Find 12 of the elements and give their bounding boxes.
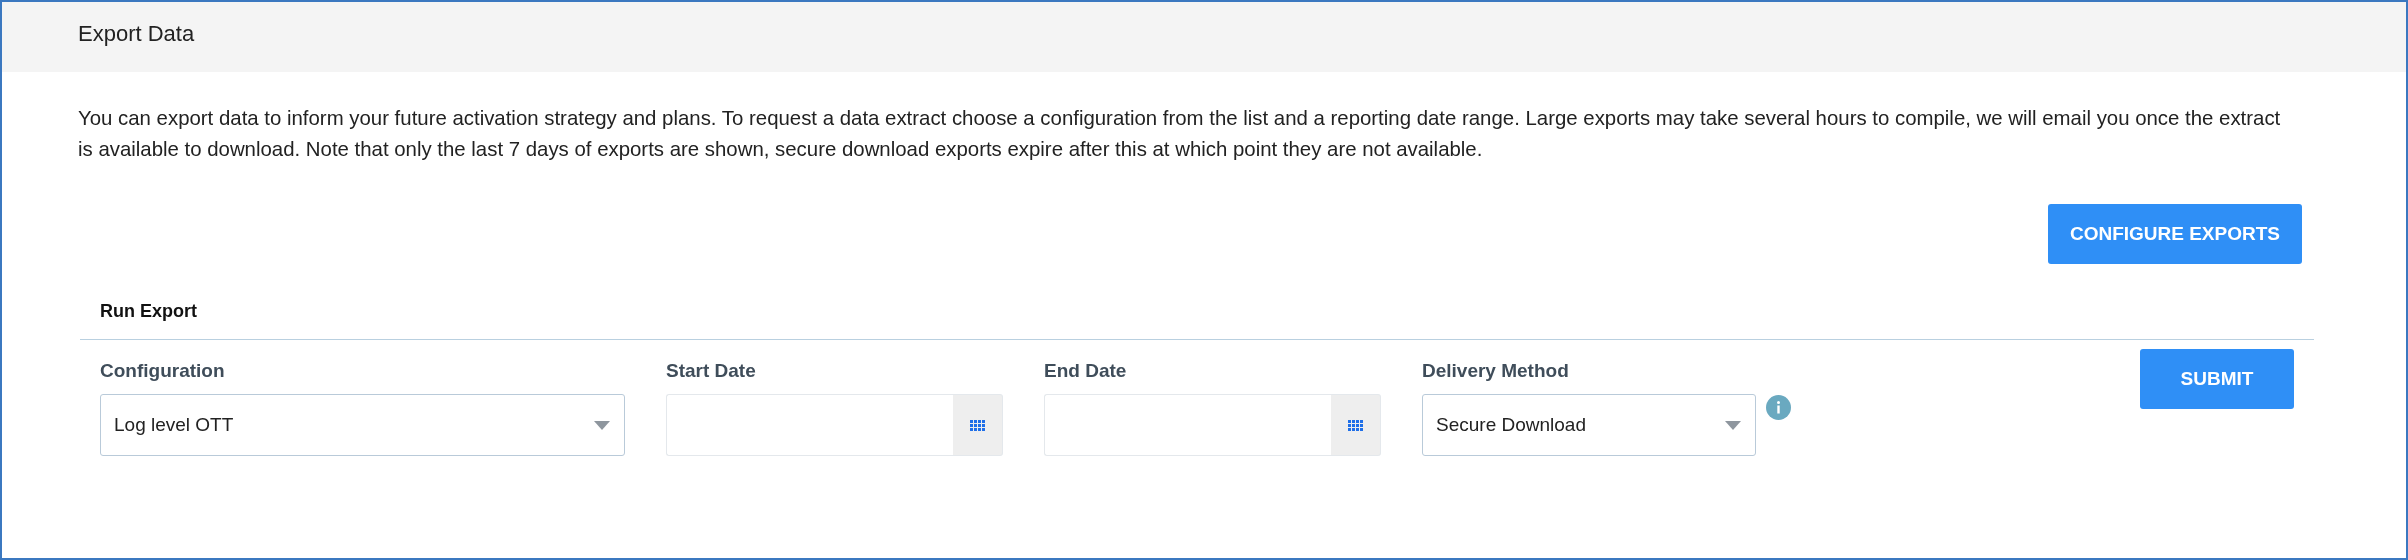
info-icon[interactable] <box>1766 395 1791 420</box>
page-title: Export Data <box>78 21 195 46</box>
section-title: Run Export <box>99 300 198 323</box>
field-label: Delivery Method <box>1422 360 1570 382</box>
field-label: Configuration <box>100 360 226 382</box>
field-label: Start Date <box>666 360 757 382</box>
description-text: You can export data to inform your future activation strategy and plans. To request a data extract choose a configuration from the list and a reporting date range. Large exports may take several hours to compile, we will email you once the extract is available to download. Note that only the last 7 days of exports are shown, secure download exports expire after this at which point they are not available. <box>78 106 2282 162</box>
caret-icon <box>594 420 610 430</box>
caret-icon <box>1725 420 1741 430</box>
field-label: End Date <box>1044 360 1128 382</box>
dropdown[interactable]: Secure Download <box>1422 394 1756 456</box>
dropdown[interactable]: Log level OTT <box>100 394 625 456</box>
